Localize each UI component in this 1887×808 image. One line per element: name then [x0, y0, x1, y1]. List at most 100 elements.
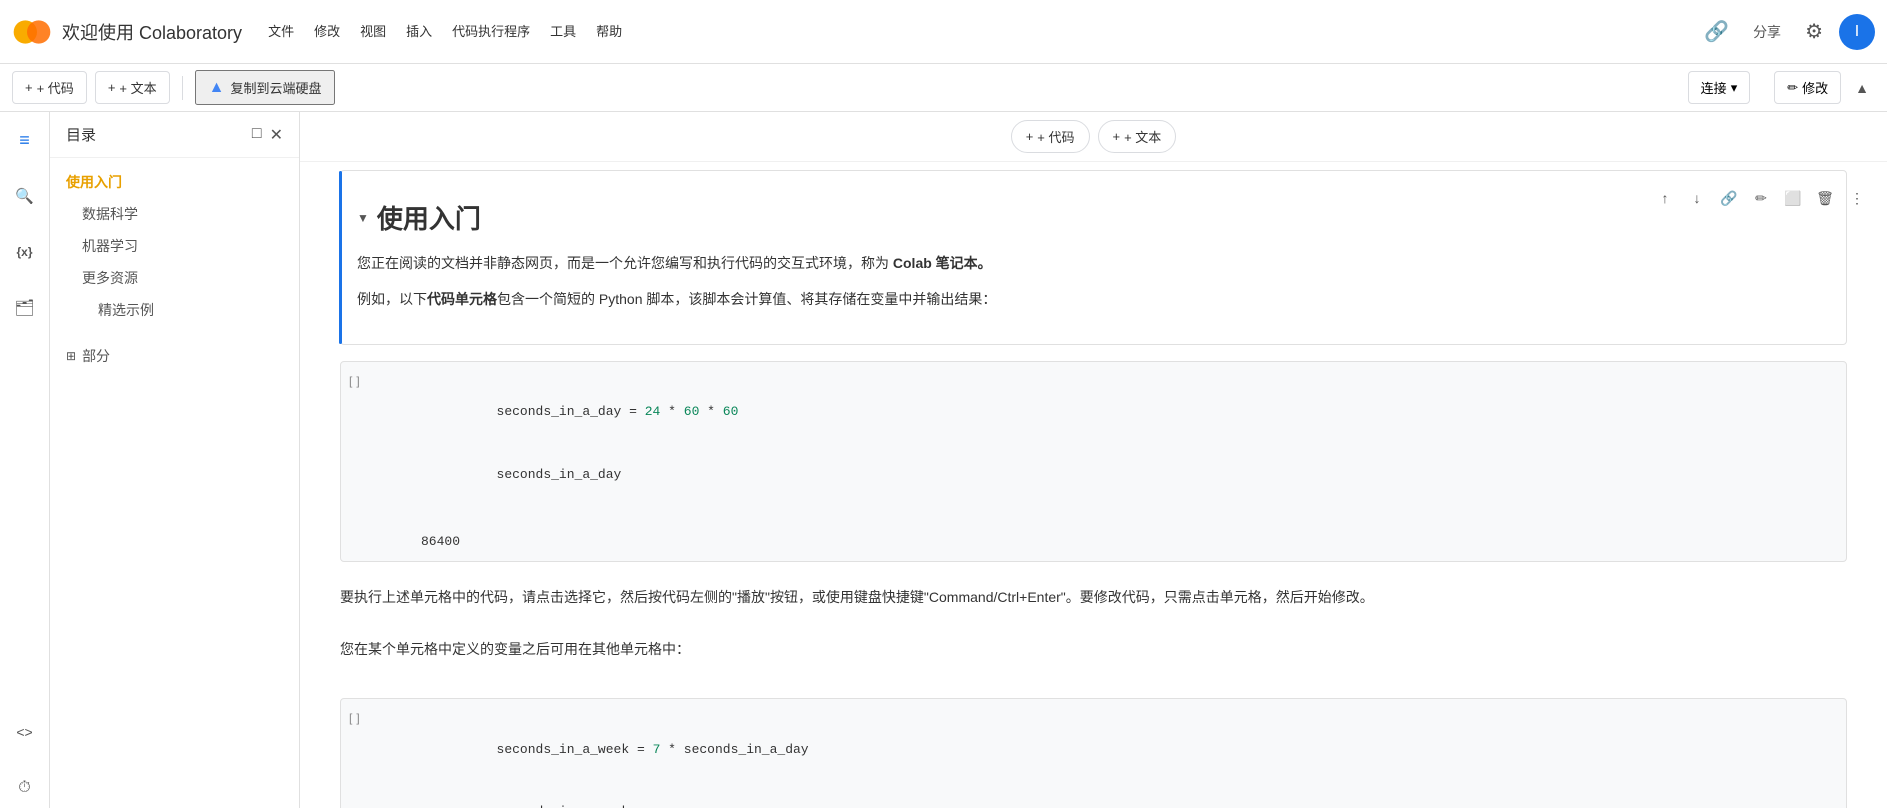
- notebook-section: ▼ 使用入门 您正在阅读的文档并非静态网页，而是一个允许您编写和执行代码的交互式…: [300, 170, 1887, 808]
- cell-insert-toolbar: + + 代码 + + 文本: [300, 112, 1887, 162]
- menu-runtime[interactable]: 代码执行程序: [442, 16, 540, 48]
- toc-title: 目录: [66, 124, 252, 145]
- toolbar-separator: [182, 76, 183, 100]
- code-num-1: 24: [645, 404, 661, 419]
- settings-icon[interactable]: ⚙: [1805, 19, 1823, 44]
- code-cell-1-run-area: [ ]: [341, 374, 368, 388]
- toc-header-icons: □ ✕: [252, 125, 283, 145]
- user-avatar[interactable]: I: [1839, 14, 1875, 50]
- toc-item-more[interactable]: 更多资源: [50, 262, 299, 294]
- menu-edit[interactable]: 修改: [304, 16, 350, 48]
- sidebar-history-icon[interactable]: ⏱: [5, 768, 45, 808]
- section-header-cell[interactable]: ▼ 使用入门 您正在阅读的文档并非静态网页，而是一个允许您编写和执行代码的交互式…: [340, 170, 1847, 345]
- toc-close-icon[interactable]: ✕: [270, 125, 283, 145]
- toc-section-label: 部分: [82, 346, 110, 366]
- edit-pencil-icon: ✏: [1787, 80, 1798, 96]
- sidebar-search-icon[interactable]: 🔍: [5, 176, 45, 216]
- code-num-3: 60: [723, 404, 739, 419]
- toc-item-ml[interactable]: 机器学习: [50, 230, 299, 262]
- toc-item-examples[interactable]: 精选示例: [50, 294, 299, 326]
- link-cell-icon[interactable]: 🔗: [1715, 184, 1743, 212]
- delete-cell-icon[interactable]: 🗑: [1811, 184, 1839, 212]
- menu-file[interactable]: 文件: [258, 16, 304, 48]
- add-code-label: + 代码: [37, 78, 74, 97]
- move-down-icon[interactable]: ↓: [1683, 184, 1711, 212]
- code-var-1: seconds_in_a_day: [497, 404, 630, 419]
- code-cell-2-gutter: [ ] seconds_in_a_week = 7 * seconds_in_a…: [341, 699, 1846, 808]
- connect-chevron-icon: ▾: [1731, 80, 1738, 96]
- edit-label: 修改: [1802, 78, 1828, 97]
- intro-para1-prefix: 您正在阅读的文档并非静态网页，而是一个允许您编写和执行代码的交互式环境，称为: [357, 255, 893, 271]
- intro-text-cell: 您正在阅读的文档并非静态网页，而是一个允许您编写和执行代码的交互式环境，称为 C…: [357, 244, 1830, 332]
- history-icon: ⏱: [18, 779, 30, 797]
- sidebar-toc-icon[interactable]: ≡: [5, 120, 45, 160]
- cell-top-actions: ↑ ↓ 🔗 ✏ ⬜ 🗑 ⋮: [1651, 184, 1871, 212]
- sidebar-icons: ≡ 🔍 {x} 🗂 <> ⏱: [0, 112, 50, 808]
- menu-help[interactable]: 帮助: [586, 16, 632, 48]
- cell-add-text-label: + 文本: [1124, 127, 1161, 146]
- expand-cell-icon[interactable]: ⬜: [1779, 184, 1807, 212]
- cell-add-text-button[interactable]: + + 文本: [1098, 120, 1177, 153]
- add-text-button[interactable]: + + 文本: [95, 71, 170, 104]
- section-title: 使用入门: [377, 199, 481, 236]
- toc-open-icon[interactable]: □: [252, 125, 262, 145]
- code-cell-2[interactable]: [ ] seconds_in_a_week = 7 * seconds_in_a…: [340, 698, 1847, 808]
- colab-logo-icon: [12, 12, 52, 52]
- copy-to-drive-button[interactable]: ▲ 复制到云端硬盘: [195, 70, 336, 105]
- toc-items: 使用入门 数据科学 机器学习 更多资源 精选示例 ⊞ 部分: [50, 158, 299, 808]
- code-bracket-open-2: [: [349, 711, 352, 725]
- para3-cell: 要执行上述单元格中的代码，请点击选择它，然后按代码左侧的"播放"按钮，或使用键盘…: [340, 578, 1847, 630]
- add-code-button[interactable]: + + 代码: [12, 71, 87, 104]
- plus-icon-2: +: [108, 80, 116, 95]
- collapse-button[interactable]: ▲: [1849, 74, 1875, 102]
- variable-icon: {x}: [16, 245, 32, 259]
- more-cell-icon[interactable]: ⋮: [1843, 184, 1871, 212]
- sidebar-files-icon[interactable]: 🗂: [5, 288, 45, 328]
- notebook-content: + + 代码 + + 文本 ↑ ↓ 🔗 ✏ ⬜ 🗑 ⋮: [300, 112, 1887, 808]
- notebook-body: ↑ ↓ 🔗 ✏ ⬜ 🗑 ⋮ ▼ 使用入门: [300, 170, 1887, 808]
- intro-para1-bold: Colab 笔记本。: [893, 255, 992, 271]
- para4-cell: 您在某个单元格中定义的变量之后可用在其他单元格中：: [340, 630, 1847, 682]
- edit-button[interactable]: ✏ 修改: [1774, 71, 1841, 104]
- cell-add-code-label: + 代码: [1037, 127, 1074, 146]
- code-line-2: seconds_in_a_day: [372, 444, 1842, 506]
- toc-item-intro[interactable]: 使用入门: [50, 166, 299, 198]
- toc-icon: ≡: [19, 130, 30, 151]
- active-cell-indicator: [339, 171, 342, 344]
- main-layout: ≡ 🔍 {x} 🗂 <> ⏱ 目录 □ ✕ 使用入门 数据科学: [0, 112, 1887, 808]
- connect-button[interactable]: 连接 ▾: [1688, 71, 1751, 104]
- sidebar-code-icon[interactable]: <>: [5, 712, 45, 752]
- copy-cloud-label: 复制到云端硬盘: [230, 78, 321, 97]
- link-icon[interactable]: 🔗: [1704, 19, 1729, 44]
- move-up-icon[interactable]: ↑: [1651, 184, 1679, 212]
- section-header: ▼ 使用入门: [357, 183, 1830, 244]
- code-cell-2-line-1: seconds_in_a_week = 7 * seconds_in_a_day: [372, 719, 1842, 781]
- cell-plus-text-icon: +: [1113, 129, 1121, 144]
- toc-section[interactable]: ⊞ 部分: [50, 338, 299, 374]
- code-cell-2-run-area: [ ]: [341, 711, 368, 725]
- intro-para2: 例如，以下代码单元格包含一个简短的 Python 脚本，该脚本会计算值、将其存储…: [357, 288, 1830, 312]
- menu-insert[interactable]: 插入: [396, 16, 442, 48]
- search-icon: 🔍: [15, 187, 34, 205]
- intro-para2-code: 代码单元格: [427, 291, 497, 307]
- sidebar-variable-icon[interactable]: {x}: [5, 232, 45, 272]
- connect-label: 连接: [1701, 78, 1727, 97]
- menu-view[interactable]: 视图: [350, 16, 396, 48]
- app-title: 欢迎使用 Colaboratory: [62, 19, 242, 45]
- folder-icon: 🗂: [14, 298, 34, 318]
- code-bracket-close-2: ]: [356, 711, 359, 725]
- intro-para1: 您正在阅读的文档并非静态网页，而是一个允许您编写和执行代码的交互式环境，称为 C…: [357, 252, 1830, 276]
- cell-plus-code-icon: +: [1026, 129, 1034, 144]
- toc-item-data-science[interactable]: 数据科学: [50, 198, 299, 230]
- edit-cell-icon[interactable]: ✏: [1747, 184, 1775, 212]
- toc-header: 目录 □ ✕: [50, 112, 299, 158]
- intro-para2-prefix: 例如，以下: [357, 291, 427, 307]
- section-collapse-icon[interactable]: ▼: [357, 211, 369, 225]
- code-cell-1-content: seconds_in_a_day = 24 * 60 * 60 seconds_…: [368, 374, 1846, 515]
- header: 欢迎使用 Colaboratory 文件 修改 视图 插入 代码执行程序 工具 …: [0, 0, 1887, 64]
- logo: 欢迎使用 Colaboratory: [12, 12, 242, 52]
- cell-add-code-button[interactable]: + + 代码: [1011, 120, 1090, 153]
- menu-tools[interactable]: 工具: [540, 16, 586, 48]
- code-cell-1[interactable]: [ ] seconds_in_a_day = 24 * 60 * 60 seco…: [340, 361, 1847, 563]
- share-button[interactable]: 分享: [1745, 18, 1789, 46]
